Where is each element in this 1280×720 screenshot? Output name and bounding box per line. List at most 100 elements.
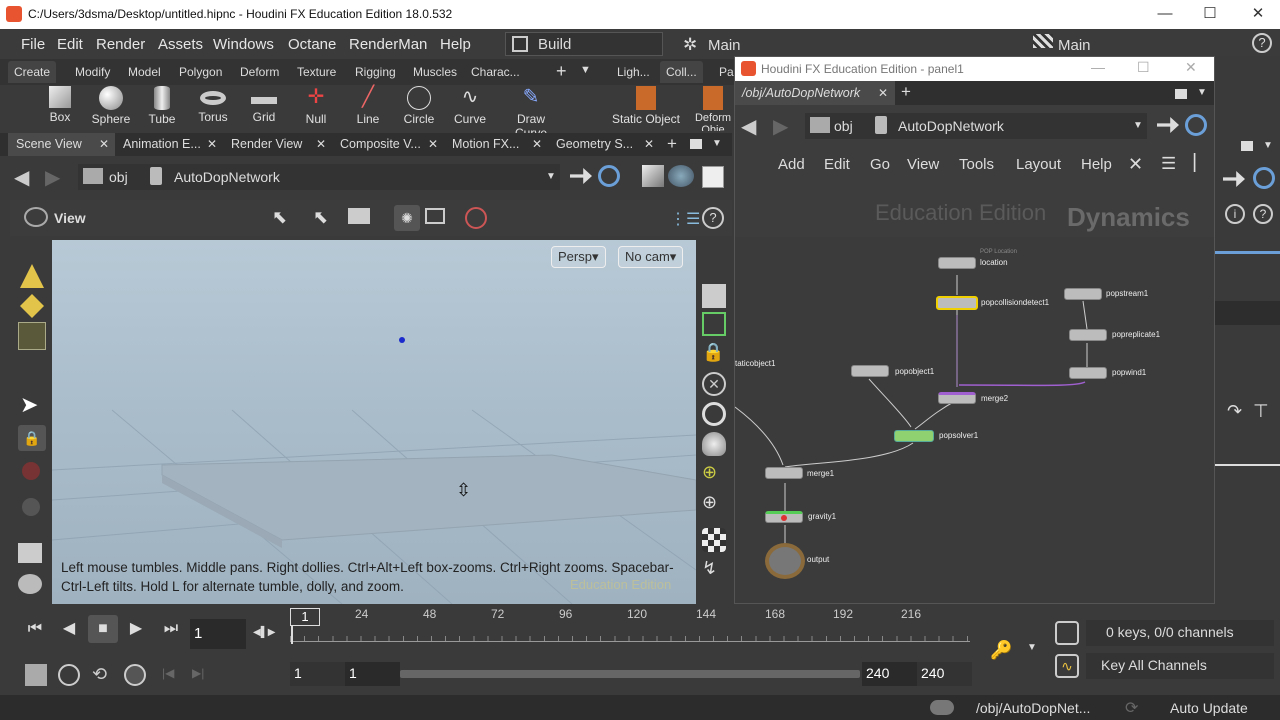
step-icon[interactable]: ◀▌▶ (253, 627, 275, 638)
close-icon[interactable]: ✕ (878, 86, 888, 100)
node-popwind1[interactable] (1069, 367, 1107, 379)
lock-camera-icon[interactable]: 🔒 (702, 342, 726, 366)
range-slider[interactable] (400, 670, 860, 678)
add-light-icon[interactable]: ⊕ (702, 462, 726, 486)
handle-icon[interactable] (22, 462, 40, 480)
menu-assets[interactable]: Assets (158, 36, 203, 53)
desktop-selector[interactable]: Build (505, 32, 663, 56)
target-icon[interactable] (702, 402, 726, 426)
main-label[interactable]: Main (708, 37, 741, 54)
auto-update-dropdown[interactable]: Auto Update (1170, 700, 1248, 716)
chevron-down-icon[interactable]: ▼ (1027, 642, 1037, 653)
shelf-tab-modify[interactable]: Modify (75, 65, 110, 79)
pane-menu-icon[interactable] (1175, 89, 1187, 99)
tab-geometry-spreadsheet[interactable]: Geometry S... ✕ (548, 133, 660, 156)
tab-autodopnetwork[interactable]: /obj/AutoDopNetwork ✕ (735, 81, 895, 105)
play-button[interactable]: ▶ (121, 615, 151, 643)
menu-go[interactable]: Go (870, 156, 890, 173)
range-end-field[interactable]: 240 (917, 662, 972, 686)
select-cursor-icon[interactable]: ⬉ (272, 207, 287, 228)
add-shelf-icon[interactable]: + (556, 61, 567, 82)
brush-icon[interactable] (18, 543, 42, 563)
pane-menu-icon[interactable] (690, 139, 702, 149)
node-staticobject1-label[interactable]: taticobject1 (735, 359, 775, 368)
refresh-icon[interactable]: ⟳ (1125, 698, 1138, 718)
shelf-icon[interactable]: ⊤ (1253, 401, 1269, 422)
node-location[interactable] (938, 257, 976, 269)
menu-octane[interactable]: Octane (288, 36, 336, 53)
ghost-icon[interactable] (702, 312, 726, 336)
layers-icon[interactable] (702, 284, 726, 308)
maximize-button[interactable]: ☐ (1190, 2, 1230, 26)
chevron-down-icon[interactable]: ▼ (580, 64, 591, 76)
back-icon[interactable]: ◀ (741, 114, 756, 139)
close-button[interactable]: ✕ (1238, 2, 1278, 26)
menu-layout[interactable]: Layout (1016, 156, 1061, 173)
add-camera-icon[interactable]: ⊕ (702, 492, 726, 516)
minimize-button[interactable]: — (1091, 59, 1105, 75)
timeline-ruler[interactable] (290, 624, 970, 642)
close-icon[interactable]: ✕ (532, 137, 542, 151)
back-icon[interactable]: ◀ (14, 165, 29, 190)
jump-end-button[interactable]: ⏭ (156, 615, 186, 643)
param-field[interactable] (1215, 251, 1280, 254)
key-all-channels-dropdown[interactable]: Key All Channels (1086, 653, 1274, 679)
display-options-icon[interactable]: ⋮☰ (670, 209, 700, 229)
range-start-field[interactable]: 1 (290, 662, 345, 686)
auto-key-icon[interactable]: 🔑 (990, 640, 1012, 661)
audio-icon[interactable] (58, 664, 80, 686)
path-node[interactable]: AutoDopNetwork (174, 169, 280, 185)
background-icon[interactable] (702, 166, 724, 188)
global-animation-icon[interactable] (124, 664, 146, 686)
list-icon[interactable]: ☰ (1161, 154, 1176, 174)
menu-help[interactable]: Help (1081, 156, 1112, 173)
info-icon[interactable]: i (1225, 204, 1245, 224)
chevron-down-icon[interactable]: ▼ (546, 171, 556, 182)
select-points-icon[interactable] (20, 264, 44, 288)
null-tool[interactable]: ✛ Null (286, 85, 346, 131)
camera-select-icon[interactable] (348, 208, 370, 224)
pin-icon[interactable] (1157, 117, 1179, 133)
realtime-toggle-icon[interactable] (25, 664, 47, 686)
tab-animation-editor[interactable]: Animation E... ✕ (115, 133, 223, 156)
shelf-tab-characters[interactable]: Charac... (471, 65, 520, 79)
chevron-down-icon[interactable]: ▼ (1197, 87, 1207, 98)
camera-button[interactable]: No cam▾ (618, 246, 684, 268)
maximize-button[interactable]: ☐ (1137, 59, 1150, 76)
tab-composite-view[interactable]: Composite V... ✕ (332, 133, 444, 156)
node-merge1[interactable] (765, 467, 803, 479)
link-icon[interactable] (1253, 167, 1275, 189)
add-tab-icon[interactable]: + (901, 82, 911, 102)
shelf-tab-collisions[interactable]: Coll... (660, 61, 703, 83)
playback-start-field[interactable]: 1 (345, 662, 400, 686)
close-button[interactable]: ✕ (1185, 59, 1197, 76)
grid-plane[interactable] (161, 454, 696, 541)
current-frame-field[interactable]: 1 (190, 619, 246, 649)
playback-end-field[interactable]: 240 (862, 662, 917, 686)
static-object-tool[interactable]: Static Object (610, 85, 682, 131)
stop-button[interactable]: ■ (88, 615, 118, 643)
film-icon[interactable] (18, 574, 42, 594)
prev-key-icon[interactable]: |◀ (162, 666, 174, 680)
grid-tool[interactable]: Grid (234, 85, 294, 131)
menu-view[interactable]: View (907, 156, 939, 173)
play-reverse-button[interactable]: ◀ (54, 615, 84, 643)
menu-renderman[interactable]: RenderMan (349, 36, 427, 53)
menu-tools[interactable]: Tools (959, 156, 994, 173)
transform-icon[interactable]: ↯ (702, 558, 726, 582)
draw-curve-tool[interactable]: ✎Draw Curve (500, 85, 562, 140)
pose-icon[interactable] (22, 498, 40, 516)
next-key-icon[interactable]: ▶| (192, 666, 204, 680)
stop-icon[interactable] (465, 207, 487, 229)
node-popcollisiondetect1[interactable] (936, 296, 978, 310)
node-merge2[interactable] (938, 392, 976, 404)
minimize-button[interactable]: — (1145, 2, 1185, 26)
shelf-tab-texture[interactable]: Texture (297, 65, 336, 79)
tab-scene-view[interactable]: Scene View ✕ (8, 133, 115, 156)
keys-channels-dropdown[interactable]: 0 keys, 0/0 channels (1086, 620, 1274, 646)
pin-icon[interactable] (1223, 171, 1245, 187)
material-icon[interactable] (668, 165, 694, 187)
snap-icon[interactable]: ✺ (394, 205, 420, 231)
loop-icon[interactable]: ⟲ (92, 664, 107, 685)
menu-edit[interactable]: Edit (57, 36, 83, 53)
